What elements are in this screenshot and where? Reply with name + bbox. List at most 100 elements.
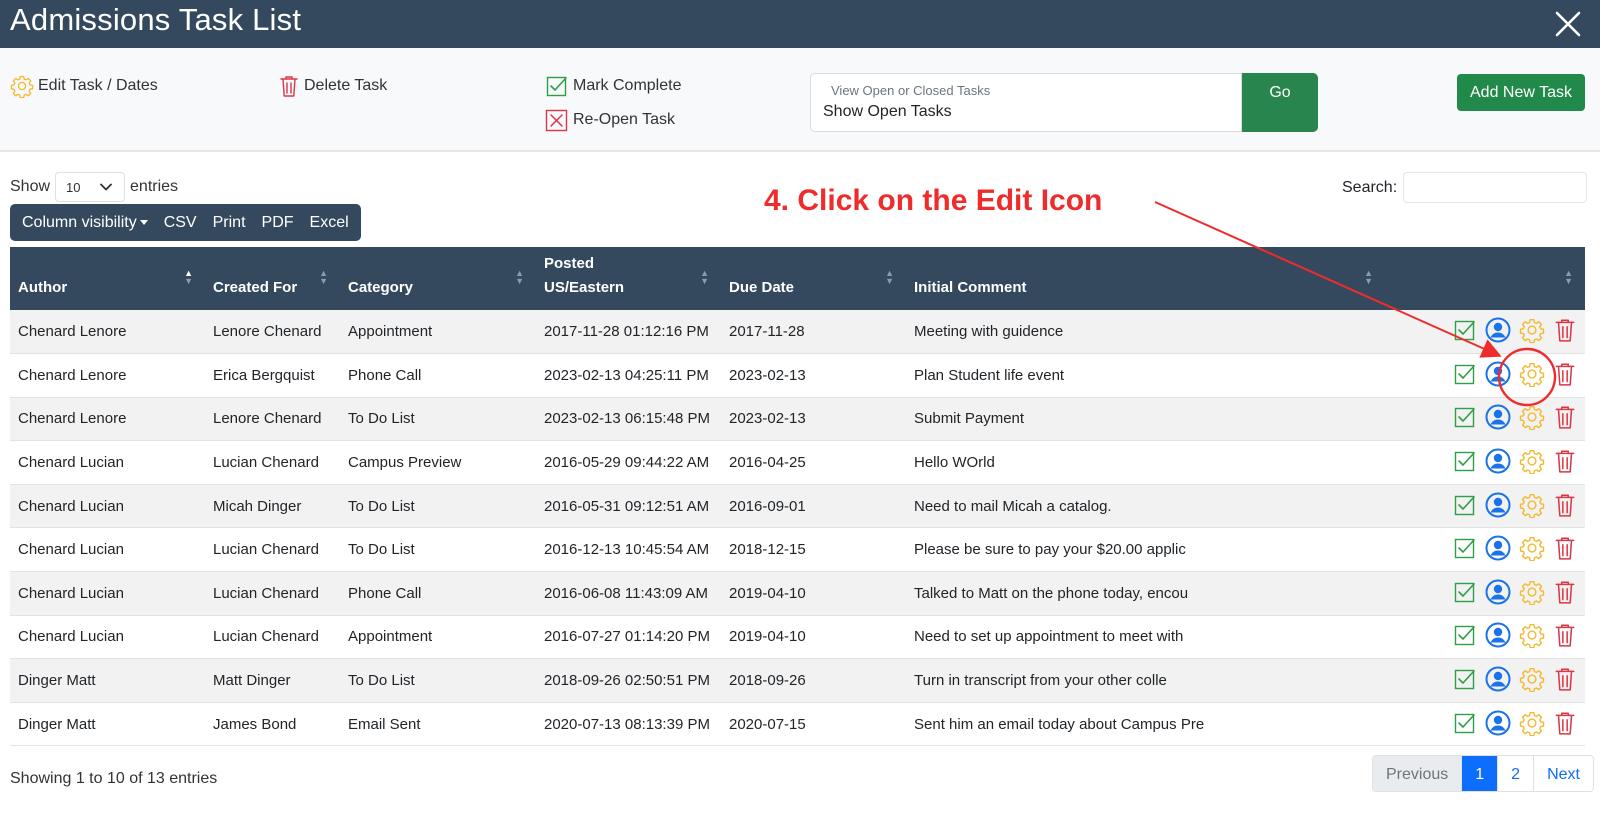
gear-icon[interactable] (1519, 666, 1545, 693)
gear-icon[interactable] (1519, 710, 1545, 736)
cell-posted: 2020-07-13 08:13:39 PM (544, 715, 710, 733)
mark-complete-icon[interactable] (1453, 667, 1477, 691)
close-icon[interactable] (1552, 8, 1584, 40)
table-row: Chenard Lucian Micah Dinger To Do List 2016… (10, 484, 1585, 528)
gear-icon[interactable] (1519, 579, 1545, 605)
mark-complete-icon[interactable] (1453, 449, 1477, 473)
user-icon[interactable] (1485, 317, 1511, 343)
cell-category: To Do List (348, 672, 415, 690)
cell-initial-comment: Need to set up appointment to meet with (914, 628, 1184, 646)
column-header-posted[interactable]: Posted US/Eastern ▲ ▼ (536, 247, 721, 310)
gear-icon[interactable] (1519, 317, 1545, 344)
trash-icon[interactable] (1553, 710, 1577, 736)
row-actions (1453, 666, 1577, 693)
trash-icon[interactable] (1553, 404, 1577, 430)
cell-due-date: 2023-02-13 (729, 410, 806, 428)
column-header-category[interactable]: Category ▲ ▼ (340, 247, 536, 310)
page-2-button[interactable]: 2 (1497, 756, 1534, 791)
trash-icon[interactable] (1553, 622, 1577, 648)
cell-category: Phone Call (348, 584, 422, 602)
entries-select[interactable]: 10 (55, 172, 126, 202)
cell-author: Chenard Lucian (18, 541, 124, 559)
sort-icon: ▲ ▼ (184, 268, 193, 286)
gear-icon (10, 75, 34, 98)
user-icon[interactable] (1485, 710, 1511, 736)
cell-actions (1385, 702, 1585, 746)
mark-complete-icon[interactable] (1453, 623, 1477, 647)
legend-complete: Mark Complete (545, 74, 681, 98)
csv-button[interactable]: CSV (156, 204, 205, 241)
sort-icon: ▲ ▼ (1564, 268, 1573, 286)
user-icon[interactable] (1485, 404, 1511, 430)
cell-due-date: 2018-12-15 (729, 541, 806, 559)
task-status-select[interactable]: View Open or Closed Tasks Show Open Task… (810, 73, 1242, 132)
table-row: Chenard Lucian Lucian Chenard Appointment 2… (10, 615, 1585, 659)
mark-complete-icon[interactable] (1453, 711, 1477, 735)
user-icon[interactable] (1485, 448, 1511, 474)
user-icon[interactable] (1485, 666, 1511, 692)
gear-icon[interactable] (1519, 622, 1545, 649)
cell-category: To Do List (348, 410, 415, 428)
column-header-initial-comment[interactable]: Initial Comment ▲ ▼ (906, 247, 1385, 310)
go-button[interactable]: Go (1242, 73, 1318, 132)
trash-icon[interactable] (1553, 317, 1577, 343)
column-header-due-date[interactable]: Due Date ▲ ▼ (721, 247, 906, 310)
page-1-button[interactable]: 1 (1461, 756, 1498, 791)
legend-delete-label: Delete Task (304, 77, 388, 94)
column-header-author[interactable]: Author ▲ ▼ (10, 247, 205, 310)
cell-actions (1385, 572, 1585, 616)
cell-posted: 2023-02-13 06:15:48 PM (544, 410, 710, 428)
mark-complete-icon[interactable] (1453, 318, 1477, 342)
trash-icon[interactable] (1553, 666, 1577, 692)
mark-complete-icon[interactable] (1453, 536, 1477, 560)
trash-icon[interactable] (1553, 361, 1577, 387)
cell-category: Appointment (348, 628, 433, 646)
row-actions (1453, 579, 1577, 605)
user-icon[interactable] (1485, 579, 1511, 605)
user-icon[interactable] (1485, 535, 1511, 561)
column-header-actions[interactable]: ▲ ▼ (1385, 247, 1585, 310)
cell-due-date: 2018-09-26 (729, 672, 806, 690)
gear-icon[interactable] (1519, 535, 1545, 562)
toolbar: Edit Task / Dates Delete Task Mark Compl… (0, 48, 1600, 152)
trash-icon[interactable] (1553, 448, 1577, 474)
gear-icon[interactable] (1519, 448, 1545, 475)
mark-complete-icon[interactable] (1453, 580, 1477, 604)
mark-complete-icon[interactable] (1453, 493, 1477, 517)
trash-icon[interactable] (1553, 535, 1577, 561)
column-visibility-button[interactable]: Column visibility (14, 204, 156, 241)
cell-actions (1385, 441, 1585, 485)
gear-icon[interactable] (1519, 404, 1545, 431)
search-input[interactable] (1403, 172, 1588, 203)
trash-icon[interactable] (1553, 492, 1577, 518)
title-bar: Admissions Task List (0, 0, 1600, 48)
user-icon[interactable] (1485, 492, 1511, 518)
cell-due-date: 2020-07-15 (729, 715, 806, 733)
user-icon[interactable] (1485, 361, 1511, 387)
show-entries: Show 10 entries (10, 172, 178, 202)
add-new-task-button[interactable]: Add New Task (1457, 74, 1585, 111)
next-page-button[interactable]: Next (1533, 756, 1593, 791)
trash-icon[interactable] (1553, 579, 1577, 605)
gear-icon[interactable] (1519, 492, 1545, 518)
table-header-row: Author ▲ ▼ Created For ▲ ▼ Category ▲ ▼ Posted… (10, 247, 1585, 310)
cell-category: To Do List (348, 541, 415, 559)
cell-created-for: Matt Dinger (213, 672, 291, 690)
header-label: Category (348, 279, 414, 296)
header-label: Posted (544, 255, 595, 272)
export-button-group: Column visibility CSV Print PDF Excel (10, 204, 361, 241)
excel-button[interactable]: Excel (302, 204, 357, 241)
cell-posted: 2017-11-28 01:12:16 PM (544, 323, 709, 341)
cell-due-date: 2016-04-25 (729, 454, 806, 472)
pdf-button[interactable]: PDF (254, 204, 302, 241)
gear-icon[interactable] (1519, 361, 1545, 387)
cell-initial-comment: Plan Student life event (914, 366, 1065, 384)
mark-complete-icon[interactable] (1453, 362, 1477, 386)
cell-posted: 2023-02-13 04:25:11 PM (544, 366, 709, 384)
user-icon[interactable] (1485, 622, 1511, 648)
mark-complete-icon[interactable] (1453, 405, 1477, 429)
print-button[interactable]: Print (205, 204, 254, 241)
cell-initial-comment: Meeting with guidence (914, 323, 1064, 341)
previous-page-button[interactable]: Previous (1373, 756, 1462, 791)
column-header-created-for[interactable]: Created For ▲ ▼ (205, 247, 340, 310)
